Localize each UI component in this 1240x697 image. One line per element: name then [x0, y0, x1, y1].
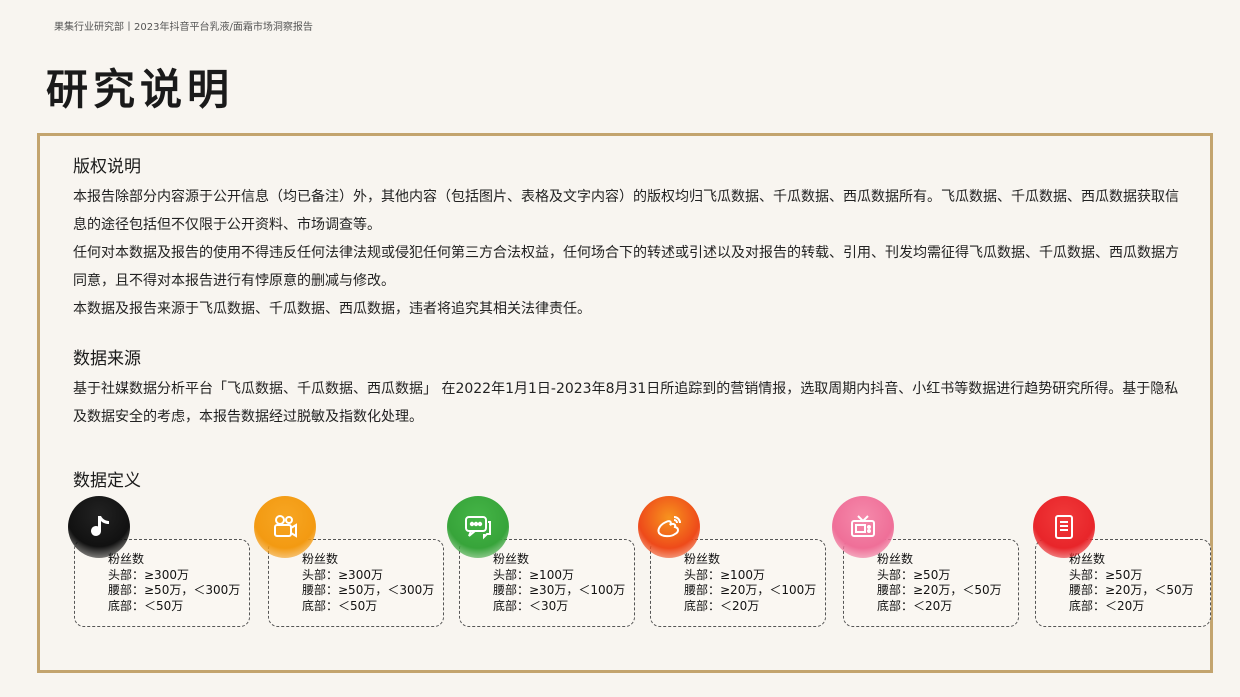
page-title: 研究说明: [46, 65, 235, 114]
card-bottom-tier: 底部：＜20万: [877, 598, 953, 613]
breadcrumb: 果集行业研究部丨2023年抖音平台乳液/面霜市场洞察报告: [54, 22, 313, 33]
copyright-paragraph: 任何对本数据及报告的使用不得违反任何法律法规或侵犯任何第三方合法权益，任何场合下…: [73, 245, 1179, 289]
card-bottom-tier: 底部：＜20万: [1069, 598, 1145, 613]
card-head-tier: 头部：≥300万: [302, 567, 383, 582]
card-heading: 粉丝数: [684, 552, 721, 566]
card-head-tier: 头部：≥100万: [493, 567, 574, 582]
card-bottom-tier: 底部：＜50万: [108, 598, 184, 613]
video-camera-icon: [254, 496, 316, 558]
card-head-tier: 头部：≥300万: [108, 567, 189, 582]
card-waist-tier: 腰部：≥50万，＜300万: [302, 583, 435, 597]
card-bottom-tier: 底部：＜20万: [684, 598, 760, 613]
definition-title: 数据定义: [73, 471, 141, 491]
card-waist-tier: 腰部：≥30万，＜100万: [493, 583, 626, 597]
card-heading: 粉丝数: [877, 552, 914, 566]
card-bottom-tier: 底部：＜50万: [302, 598, 378, 613]
card-waist-tier: 腰部：≥20万，＜100万: [684, 583, 817, 597]
copyright-paragraph: 本报告除部分内容源于公开信息（均已备注）外，其他内容（包括图片、表格及文字内容）…: [73, 189, 1179, 233]
book-icon: [1033, 496, 1095, 558]
card-waist-tier: 腰部：≥20万，＜50万: [877, 583, 1002, 597]
card-waist-tier: 腰部：≥20万，＜50万: [1069, 583, 1194, 597]
source-title: 数据来源: [73, 349, 141, 369]
source-paragraph: 基于社媒数据分析平台「飞瓜数据、千瓜数据、西瓜数据」 在2022年1月1日-20…: [73, 381, 1179, 425]
source-section: 数据来源 基于社媒数据分析平台「飞瓜数据、千瓜数据、西瓜数据」 在2022年1月…: [73, 344, 1183, 431]
definition-section: 数据定义: [73, 466, 1183, 497]
copyright-section: 版权说明 本报告除部分内容源于公开信息（均已备注）外，其他内容（包括图片、表格及…: [73, 152, 1183, 323]
music-note-icon: [68, 496, 130, 558]
copyright-paragraph: 本数据及报告来源于飞瓜数据、千瓜数据、西瓜数据，违者将追究其相关法律责任。: [73, 301, 591, 317]
card-bottom-tier: 底部：＜30万: [493, 598, 569, 613]
card-heading: 粉丝数: [493, 552, 530, 566]
chat-bubble-icon: [447, 496, 509, 558]
copyright-title: 版权说明: [73, 157, 141, 177]
weibo-icon: [638, 496, 700, 558]
card-head-tier: 头部：≥100万: [684, 567, 765, 582]
card-heading: 粉丝数: [302, 552, 339, 566]
card-head-tier: 头部：≥50万: [877, 567, 951, 582]
content-frame: 版权说明 本报告除部分内容源于公开信息（均已备注）外，其他内容（包括图片、表格及…: [37, 133, 1213, 673]
tv-icon: [832, 496, 894, 558]
card-heading: 粉丝数: [1069, 552, 1106, 566]
definition-cards: 粉丝数 头部：≥300万 腰部：≥50万，＜300万 底部：＜50万 粉丝数 头…: [68, 496, 1222, 636]
card-waist-tier: 腰部：≥50万，＜300万: [108, 583, 241, 597]
card-heading: 粉丝数: [108, 552, 145, 566]
card-head-tier: 头部：≥50万: [1069, 567, 1143, 582]
